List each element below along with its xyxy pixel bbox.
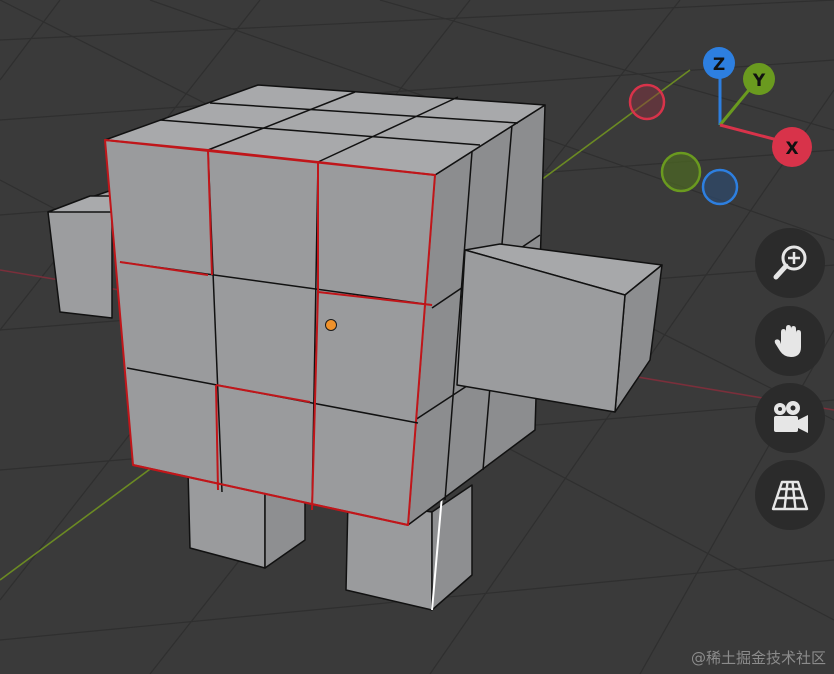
body-front (104, 139, 436, 526)
camera-view-button[interactable] (755, 383, 825, 453)
gizmo-z-label: Z (713, 55, 725, 75)
zoom-in-icon (773, 245, 807, 280)
left-arm (47, 189, 113, 319)
watermark: @稀土掘金技术社区 (690, 649, 826, 667)
gizmo-x-label: X (785, 139, 798, 159)
gizmo-neg-x-ball[interactable] (628, 83, 666, 121)
gizmo-neg-y-ball[interactable] (660, 151, 702, 193)
gizmo-neg-z-ball[interactable] (701, 168, 739, 206)
perspective-toggle-button[interactable] (755, 460, 825, 530)
gizmo-y-label: Y (752, 71, 766, 91)
object-origin[interactable] (325, 319, 337, 331)
3d-viewport[interactable]: Z Y X @稀土掘金技术社区 (0, 0, 834, 674)
camera-icon (774, 401, 808, 433)
grid-icon (771, 480, 809, 511)
pan-button[interactable] (755, 306, 825, 376)
navigation-gizmo[interactable]: Z Y X (620, 30, 830, 220)
right-arm (456, 243, 663, 413)
hand-icon (774, 325, 801, 357)
zoom-button[interactable] (755, 228, 825, 298)
